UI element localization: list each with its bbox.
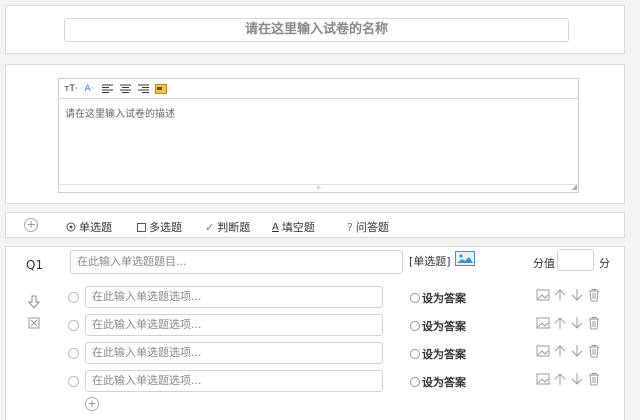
type-fill-label: 填空题 (281, 221, 315, 234)
move-down-icon[interactable] (570, 343, 584, 357)
shuffle-icon[interactable] (28, 317, 40, 329)
option-input[interactable]: 在此输入单选题选项... (85, 314, 383, 336)
editor-resize-handle[interactable]: ÷ (59, 184, 578, 192)
question-panel: Q1 在此输入单选题题目... [单选题] 分值 分 在此输入单选题选项... … (5, 246, 625, 420)
delete-icon[interactable] (587, 343, 601, 358)
set-answer-label: 设为答案 (422, 348, 466, 361)
align-right-icon[interactable] (136, 82, 150, 96)
option-radio[interactable] (68, 292, 79, 303)
delete-icon[interactable] (587, 287, 601, 302)
type-judge-label: 判断题 (217, 221, 251, 234)
description-placeholder: 请在这里输入试卷的描述 (65, 109, 175, 120)
font-color-icon[interactable]: A· (82, 82, 96, 96)
set-answer-label: 设为答案 (422, 320, 466, 333)
type-multi-choice-button[interactable]: 多选题 (137, 219, 182, 235)
rich-text-editor: тT· A· 请在这里输入试卷的描述 ÷ ◢ (58, 78, 579, 193)
move-up-icon[interactable] (553, 315, 567, 329)
add-option-icon[interactable]: + (85, 397, 99, 411)
move-down-icon[interactable] (570, 315, 584, 329)
option-image-icon[interactable] (536, 371, 550, 385)
align-center-icon[interactable] (118, 82, 132, 96)
fill-blank-icon: A (272, 221, 279, 233)
exam-title-panel: 请在这里输入试卷的名称 (5, 5, 625, 54)
option-radio[interactable] (68, 348, 79, 359)
align-left-icon[interactable] (100, 82, 114, 96)
description-textarea[interactable]: 请在这里输入试卷的描述 ÷ ◢ (59, 99, 578, 192)
type-single-label: 单选题 (79, 221, 112, 234)
set-answer-label: 设为答案 (422, 292, 466, 305)
type-multi-label: 多选题 (149, 221, 182, 234)
move-down-icon[interactable] (570, 371, 584, 385)
answer-radio-icon (410, 377, 420, 387)
option-image-icon[interactable] (536, 343, 550, 357)
type-fill-blank-button[interactable]: A 填空题 (272, 219, 315, 235)
font-size-icon[interactable]: тT· (64, 82, 78, 96)
image-upload-icon[interactable] (455, 251, 475, 266)
set-answer-button[interactable]: 设为答案 (410, 290, 466, 306)
set-answer-button[interactable]: 设为答案 (410, 374, 466, 390)
delete-icon[interactable] (587, 371, 601, 386)
move-down-icon[interactable] (570, 287, 584, 301)
question-type-bar: + 单选题 多选题 ✓ 判断题 A 填空题 ? 问答题 (5, 212, 625, 238)
score-input[interactable] (557, 249, 594, 271)
type-single-choice-button[interactable]: 单选题 (66, 219, 112, 235)
radio-icon (66, 222, 76, 232)
exam-title-input[interactable]: 请在这里输入试卷的名称 (64, 18, 569, 42)
answer-radio-icon (410, 293, 420, 303)
move-up-icon[interactable] (553, 287, 567, 301)
option-radio[interactable] (68, 320, 79, 331)
check-mark-icon: ✓ (205, 220, 215, 234)
corner-resize-grip[interactable]: ◢ (572, 184, 577, 191)
move-up-icon[interactable] (553, 371, 567, 385)
score-label: 分值 (533, 257, 555, 270)
type-essay-button[interactable]: ? 问答题 (347, 219, 389, 235)
option-input[interactable]: 在此输入单选题选项... (85, 286, 383, 308)
set-answer-button[interactable]: 设为答案 (410, 346, 466, 362)
answer-radio-icon (410, 321, 420, 331)
editor-toolbar: тT· A· (59, 79, 578, 99)
answer-radio-icon (410, 349, 420, 359)
set-answer-label: 设为答案 (422, 376, 466, 389)
question-title-input[interactable]: 在此输入单选题题目... (70, 250, 403, 274)
option-input[interactable]: 在此输入单选题选项... (85, 370, 383, 392)
set-answer-button[interactable]: 设为答案 (410, 318, 466, 334)
checkbox-icon (137, 222, 146, 232)
insert-image-icon[interactable] (154, 82, 168, 96)
exam-description-panel: тT· A· 请在这里输入试卷的描述 ÷ ◢ (5, 64, 625, 204)
question-mark-icon: ? (347, 220, 353, 234)
option-input[interactable]: 在此输入单选题选项... (85, 342, 383, 364)
delete-icon[interactable] (587, 315, 601, 330)
score-unit: 分 (599, 257, 610, 270)
option-image-icon[interactable] (536, 315, 550, 329)
move-question-down-icon[interactable] (28, 295, 40, 309)
move-up-icon[interactable] (553, 343, 567, 357)
question-type-label: [单选题] (409, 255, 451, 268)
type-judge-button[interactable]: ✓ 判断题 (205, 219, 250, 235)
option-image-icon[interactable] (536, 287, 550, 301)
option-radio[interactable] (68, 376, 79, 387)
question-number: Q1 (26, 258, 44, 272)
type-essay-label: 问答题 (355, 221, 389, 234)
add-question-icon[interactable]: + (24, 218, 38, 232)
